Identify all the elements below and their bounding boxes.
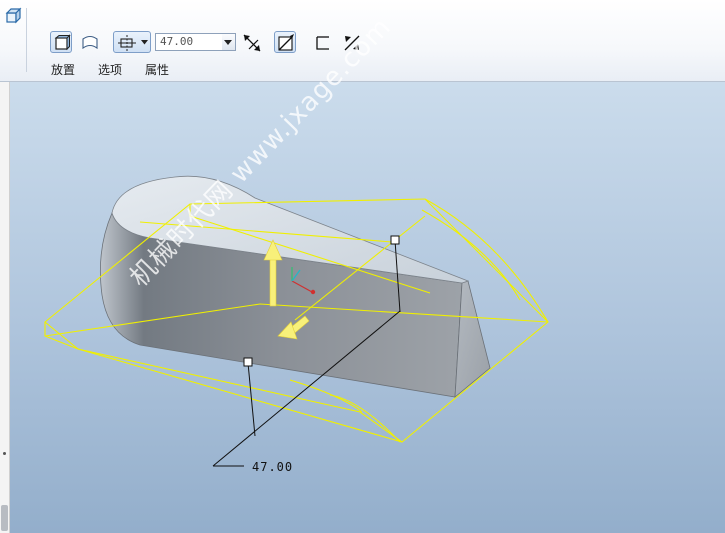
chevron-down-icon bbox=[141, 40, 148, 45]
solid-button[interactable] bbox=[50, 31, 72, 53]
depth-value-input[interactable]: 47.00 bbox=[155, 33, 223, 51]
extrude-feature-icon bbox=[4, 6, 24, 26]
depth-value-dropdown[interactable] bbox=[222, 33, 236, 51]
model-scene[interactable]: 47.00 bbox=[0, 82, 725, 533]
drag-handle-bottom[interactable] bbox=[243, 357, 253, 367]
surface-button[interactable] bbox=[79, 31, 101, 53]
tab-properties[interactable]: 属性 bbox=[145, 61, 169, 78]
drag-handle-top[interactable] bbox=[390, 235, 400, 245]
solid-icon bbox=[54, 34, 71, 51]
flip-direction-icon bbox=[243, 34, 261, 52]
tab-options[interactable]: 选项 bbox=[98, 61, 122, 78]
remove-material-button[interactable] bbox=[274, 31, 296, 53]
depth-type-button[interactable] bbox=[113, 31, 140, 53]
tab-placement[interactable]: 放置 bbox=[51, 61, 75, 78]
remove-material-icon bbox=[278, 34, 294, 51]
ribbon-separator bbox=[26, 8, 27, 72]
surface-icon bbox=[82, 35, 98, 50]
flip-depth-direction-button[interactable] bbox=[241, 32, 263, 54]
depth-type-dropdown[interactable] bbox=[139, 31, 151, 53]
chevron-down-icon bbox=[224, 40, 232, 45]
dimension-value-label[interactable]: 47.00 bbox=[252, 460, 293, 474]
blind-depth-icon bbox=[118, 35, 136, 51]
